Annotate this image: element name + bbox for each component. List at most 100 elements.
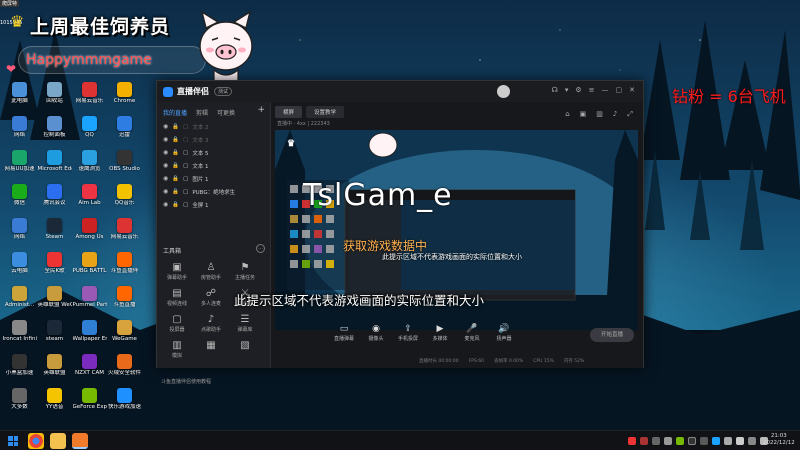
desktop-icon[interactable]: 斗鱼直播: [107, 286, 142, 318]
tab-replace[interactable]: 可更换: [217, 108, 235, 117]
visibility-eye-icon[interactable]: ◉: [163, 149, 168, 156]
bottom-control-button[interactable]: 🔊 扬声器: [490, 324, 518, 342]
desktop-icon[interactable]: Aim Lab: [72, 184, 107, 216]
desktop-icon[interactable]: 英雄联盟: [37, 354, 72, 386]
minimize-icon[interactable]: —: [602, 86, 609, 94]
tray-app-icon[interactable]: [676, 437, 684, 445]
desktop-icon[interactable]: 网络: [2, 116, 37, 148]
bottom-control-button[interactable]: ◉ 摄像头: [362, 324, 390, 342]
add-source-icon[interactable]: +: [257, 105, 265, 115]
source-item[interactable]: ◉ 🔒 ▢ PUBG：绝地求生: [157, 185, 270, 198]
desktop-icon[interactable]: 斗鱼直播伴: [107, 252, 142, 284]
source-item[interactable]: ◉ 🔒 ▢ 文本 3: [157, 133, 270, 146]
tray-app-icon[interactable]: [652, 437, 660, 445]
toolbox-more-icon[interactable]: …: [256, 244, 265, 253]
lock-icon[interactable]: 🔒: [172, 150, 179, 156]
desktop-icon[interactable]: 迅雷: [107, 116, 142, 148]
source-item[interactable]: ◉ 🔒 ▢ 图片 1: [157, 172, 270, 185]
desktop-icon[interactable]: PUBG BATTLEGR...: [72, 252, 107, 284]
desktop-icon[interactable]: YY语音: [37, 388, 72, 420]
toolbox-item[interactable]: ♪ 点歌助手: [197, 314, 225, 333]
source-item[interactable]: ◉ 🔒 ▢ 文本 5: [157, 146, 270, 159]
desktop-icon[interactable]: 回收站: [37, 82, 72, 114]
lock-icon[interactable]: 🔒: [172, 202, 179, 208]
desktop-icon[interactable]: steam: [37, 320, 72, 352]
visibility-eye-icon[interactable]: ◉: [163, 175, 168, 182]
desktop-icon[interactable]: Microsoft Edge: [37, 150, 72, 182]
lock-icon[interactable]: 🔒: [172, 124, 179, 130]
menu-icon[interactable]: ≡: [589, 86, 595, 94]
source-item[interactable]: ◉ 🔒 ▢ 文本 1: [157, 159, 270, 172]
user-avatar[interactable]: [497, 85, 510, 98]
desktop-icon[interactable]: 控制面板: [37, 116, 72, 148]
desktop-icon[interactable]: 腾讯会议: [37, 184, 72, 216]
windows-start-icon[interactable]: [8, 436, 18, 446]
toolbox-item[interactable]: ▤ 视频连线: [163, 288, 191, 307]
tray-app-icon[interactable]: [724, 437, 732, 445]
tray-app-icon[interactable]: [688, 437, 696, 445]
tray-app-icon[interactable]: [700, 437, 708, 445]
desktop-icon[interactable]: Wallpaper Engine:...: [72, 320, 107, 352]
scene-tab-landscape[interactable]: 横屏: [275, 106, 303, 118]
desktop-icon[interactable]: 网易UU加速: [2, 150, 37, 182]
lock-icon[interactable]: 🔒: [172, 163, 179, 169]
desktop-icon[interactable]: Pummel Party: [72, 286, 107, 318]
desktop-icon[interactable]: 火绒安全软件: [107, 354, 142, 386]
desktop-icon[interactable]: QQ音乐: [107, 184, 142, 216]
toolbox-item[interactable]: ▧: [231, 340, 259, 352]
folder-taskbar-icon[interactable]: [50, 433, 66, 449]
desktop-icon[interactable]: 英雄联盟 WeGame版: [37, 286, 72, 318]
tray-app-icon[interactable]: [664, 437, 672, 445]
source-item[interactable]: ◉ 🔒 ▢ 文本 2: [157, 120, 270, 133]
toolbox-item[interactable]: ⚑ 主播任务: [231, 262, 259, 281]
visibility-eye-icon[interactable]: ◉: [163, 201, 168, 208]
tray-app-icon[interactable]: [640, 437, 648, 445]
desktop-icon[interactable]: 云电脑: [2, 252, 37, 284]
toolbox-item[interactable]: ▥ 模拟: [163, 340, 191, 359]
visibility-eye-icon[interactable]: ◉: [163, 188, 168, 195]
lock-icon[interactable]: 🔒: [172, 189, 179, 195]
tab-clip[interactable]: 剪辑: [196, 108, 208, 117]
desktop-icon[interactable]: 快乐游戏加速: [107, 388, 142, 420]
desktop-icon[interactable]: Among Us: [72, 218, 107, 250]
desktop-icon[interactable]: WeGame: [107, 320, 142, 352]
desktop-icon[interactable]: 全民K歌: [37, 252, 72, 284]
visibility-eye-icon[interactable]: ◉: [163, 162, 168, 169]
tutorial-link[interactable]: 斗鱼直播伴侣使用教程: [161, 378, 211, 385]
scene-tab-tutorial[interactable]: 设置教学: [306, 106, 345, 118]
desktop-icon[interactable]: 此电脑: [2, 82, 37, 114]
tab-my-live[interactable]: 我的直播: [163, 108, 187, 117]
headset-icon[interactable]: ☊: [552, 86, 558, 94]
chrome-taskbar-icon[interactable]: [28, 433, 44, 449]
desktop-icon[interactable]: GeForce Experience: [72, 388, 107, 420]
desktop-icon[interactable]: NZXT CAM: [72, 354, 107, 386]
desktop-icon[interactable]: Steam: [37, 218, 72, 250]
desktop-icon[interactable]: 网易云音乐: [107, 218, 142, 250]
toolbox-item[interactable]: ☰ 弹幕库: [231, 314, 259, 333]
gift-icon[interactable]: ▣: [580, 110, 587, 119]
desktop-icon[interactable]: Chrome: [107, 82, 142, 114]
streaming-taskbar-icon[interactable]: [72, 433, 88, 449]
bottom-control-button[interactable]: 🎤 麦克风: [458, 324, 486, 342]
toolbox-item[interactable]: ▦: [197, 340, 225, 352]
tray-app-icon[interactable]: [628, 437, 636, 445]
bell-icon[interactable]: ♪: [613, 110, 617, 119]
desktop-icon[interactable]: QQ: [72, 116, 107, 148]
tray-app-icon[interactable]: [748, 437, 756, 445]
toolbox-item[interactable]: ♙ 房管助手: [197, 262, 225, 281]
desktop-icon[interactable]: 微信: [2, 184, 37, 216]
start-live-button[interactable]: 开始直播: [590, 328, 634, 342]
visibility-eye-icon[interactable]: ◉: [163, 136, 168, 143]
store-icon[interactable]: ⌂: [565, 110, 569, 119]
settings-icon[interactable]: ⚙: [575, 86, 581, 94]
close-icon[interactable]: ✕: [629, 86, 635, 94]
lock-icon[interactable]: 🔒: [172, 137, 179, 143]
desktop-icon[interactable]: 小黑盒加速: [2, 354, 37, 386]
toolbox-item[interactable]: ▢ 投屏器: [163, 314, 191, 333]
visibility-eye-icon[interactable]: ◉: [163, 123, 168, 130]
lock-icon[interactable]: 🔒: [172, 176, 179, 182]
desktop-icon[interactable]: Administ...: [2, 286, 37, 318]
taskbar-clock[interactable]: 21:03 2022/12/12: [763, 433, 795, 447]
bottom-control-button[interactable]: ▶ 多媒体: [426, 324, 454, 342]
desktop-icon[interactable]: 大多数: [2, 388, 37, 420]
